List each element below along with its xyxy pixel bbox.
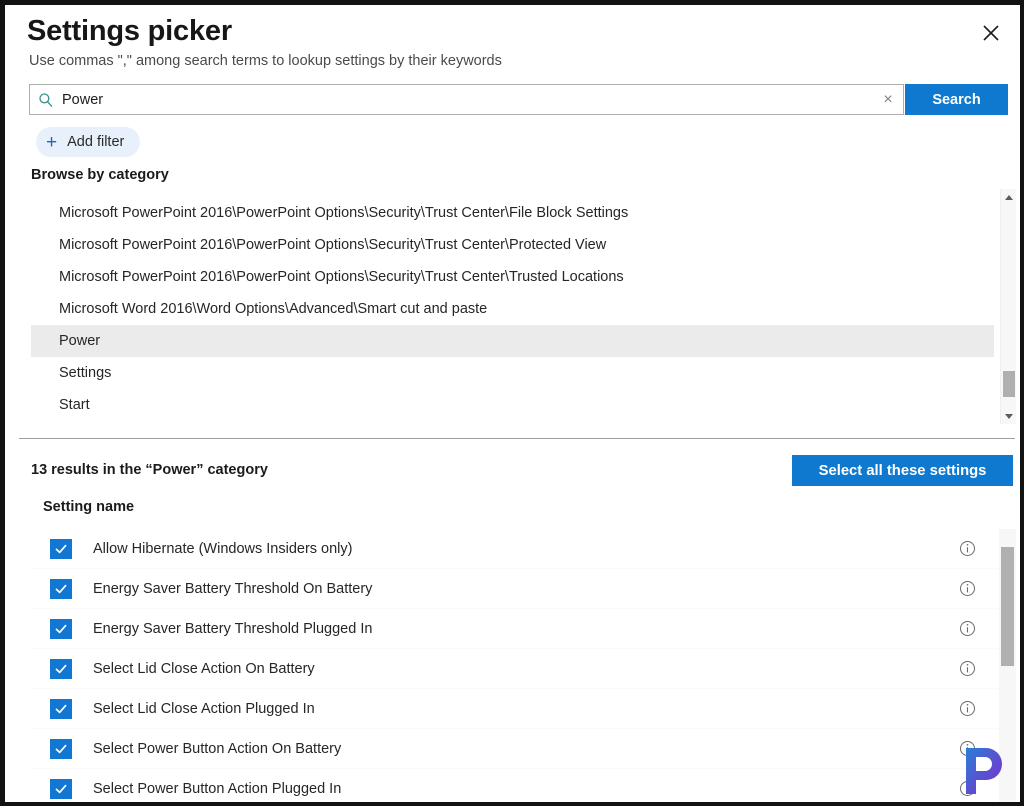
category-item-label: Microsoft PowerPoint 2016\PowerPoint Opt…	[59, 205, 629, 221]
check-icon	[55, 784, 67, 793]
section-divider	[19, 438, 1015, 439]
setting-checkbox[interactable]	[50, 738, 72, 759]
info-icon[interactable]	[947, 660, 987, 677]
category-scrollport: Microsoft PowerPoint 2016\PowerPoint Opt…	[31, 189, 994, 424]
plus-icon: +	[46, 131, 58, 153]
category-list-item[interactable]: Settings	[31, 357, 994, 389]
info-icon[interactable]	[947, 540, 987, 557]
caret-down-icon	[1005, 413, 1013, 419]
results-count-text: 13 results in the “Power” category	[31, 462, 268, 478]
category-list-item[interactable]: Start	[31, 389, 994, 421]
category-list: Microsoft PowerPoint 2016\PowerPoint Opt…	[31, 189, 994, 421]
settings-picker-dialog: Settings picker Use commas "," among sea…	[5, 5, 1020, 802]
info-icon[interactable]	[947, 780, 987, 797]
category-item-label: Microsoft PowerPoint 2016\PowerPoint Opt…	[59, 237, 607, 253]
category-list-item[interactable]: Microsoft PowerPoint 2016\PowerPoint Opt…	[31, 197, 994, 229]
setting-name-label: Energy Saver Battery Threshold On Batter…	[93, 580, 373, 597]
search-button[interactable]: Search	[905, 84, 1008, 115]
category-list-item[interactable]: Microsoft PowerPoint 2016\PowerPoint Opt…	[31, 229, 994, 261]
check-icon	[55, 624, 67, 633]
results-scrollport: Allow Hibernate (Windows Insiders only) E…	[31, 529, 999, 802]
setting-checkbox[interactable]	[50, 658, 72, 679]
category-item-label: Start	[59, 397, 90, 413]
info-icon[interactable]	[947, 580, 987, 597]
info-icon[interactable]	[947, 700, 987, 717]
results-scrollbar-thumb[interactable]	[1001, 547, 1014, 666]
info-icon[interactable]	[947, 620, 987, 637]
category-item-label: Microsoft PowerPoint 2016\PowerPoint Opt…	[59, 269, 624, 285]
category-list-item[interactable]: Microsoft PowerPoint 2016\PowerPoint Opt…	[31, 261, 994, 293]
setting-name-label: Allow Hibernate (Windows Insiders only)	[93, 540, 353, 557]
category-scrollbar[interactable]	[1000, 189, 1016, 424]
dialog-subtitle: Use commas "," among search terms to loo…	[29, 53, 502, 69]
setting-checkbox[interactable]	[50, 578, 72, 599]
category-list-item[interactable]: Power	[31, 325, 994, 357]
browse-by-category-label: Browse by category	[31, 167, 169, 183]
category-list-item[interactable]: Microsoft PowerPoint 2016\PowerPoint Opt…	[31, 189, 994, 197]
setting-checkbox[interactable]	[50, 778, 72, 799]
select-all-settings-button[interactable]: Select all these settings	[792, 455, 1013, 486]
category-panel: Microsoft PowerPoint 2016\PowerPoint Opt…	[31, 189, 1016, 424]
setting-checkbox[interactable]	[50, 698, 72, 719]
setting-name-label: Select Power Button Action On Battery	[93, 740, 342, 757]
check-icon	[55, 664, 67, 673]
category-scroll-down-button[interactable]	[1001, 408, 1016, 424]
category-item-label: Settings	[59, 365, 112, 381]
table-row[interactable]: Energy Saver Battery Threshold On Batter…	[31, 569, 999, 609]
category-list-item[interactable]: Microsoft Word 2016\Word Options\Advance…	[31, 293, 994, 325]
table-row[interactable]: Select Lid Close Action On Battery	[31, 649, 999, 689]
app-frame: Settings picker Use commas "," among sea…	[0, 0, 1024, 806]
column-header-setting-name: Setting name	[43, 499, 135, 515]
setting-name-label: Select Lid Close Action Plugged In	[93, 700, 315, 717]
close-icon	[981, 23, 1001, 43]
setting-name-label: Select Power Button Action Plugged In	[93, 780, 342, 797]
category-scrollbar-thumb[interactable]	[1003, 371, 1015, 397]
add-filter-button[interactable]: + Add filter	[36, 127, 141, 157]
check-icon	[55, 584, 67, 593]
check-icon	[55, 744, 67, 753]
page-title: Settings picker	[27, 15, 232, 47]
close-button[interactable]	[970, 13, 1012, 53]
category-scroll-up-button[interactable]	[1001, 189, 1016, 205]
table-row[interactable]: Select Power Button Action Plugged In	[31, 769, 999, 802]
search-field-wrapper[interactable]: ×	[29, 84, 904, 115]
setting-checkbox[interactable]	[50, 538, 72, 559]
check-icon	[55, 544, 67, 553]
category-item-label: Microsoft Word 2016\Word Options\Advance…	[59, 301, 488, 317]
results-panel: Allow Hibernate (Windows Insiders only) E…	[31, 529, 1016, 802]
results-scrollbar[interactable]	[999, 529, 1016, 802]
clear-search-button[interactable]: ×	[873, 85, 903, 114]
table-row[interactable]: Allow Hibernate (Windows Insiders only)	[31, 529, 999, 569]
setting-name-label: Select Lid Close Action On Battery	[93, 660, 315, 677]
caret-up-icon	[1005, 194, 1013, 200]
check-icon	[55, 704, 67, 713]
table-row[interactable]: Energy Saver Battery Threshold Plugged I…	[31, 609, 999, 649]
results-list: Allow Hibernate (Windows Insiders only) E…	[31, 529, 999, 802]
table-row[interactable]: Select Power Button Action On Battery	[31, 729, 999, 769]
add-filter-label: Add filter	[67, 134, 125, 150]
search-icon	[30, 92, 58, 108]
table-row[interactable]: Select Lid Close Action Plugged In	[31, 689, 999, 729]
category-item-label: Power	[59, 333, 101, 349]
info-icon[interactable]	[947, 740, 987, 757]
setting-checkbox[interactable]	[50, 618, 72, 639]
search-input[interactable]	[58, 85, 873, 114]
setting-name-label: Energy Saver Battery Threshold Plugged I…	[93, 620, 373, 637]
